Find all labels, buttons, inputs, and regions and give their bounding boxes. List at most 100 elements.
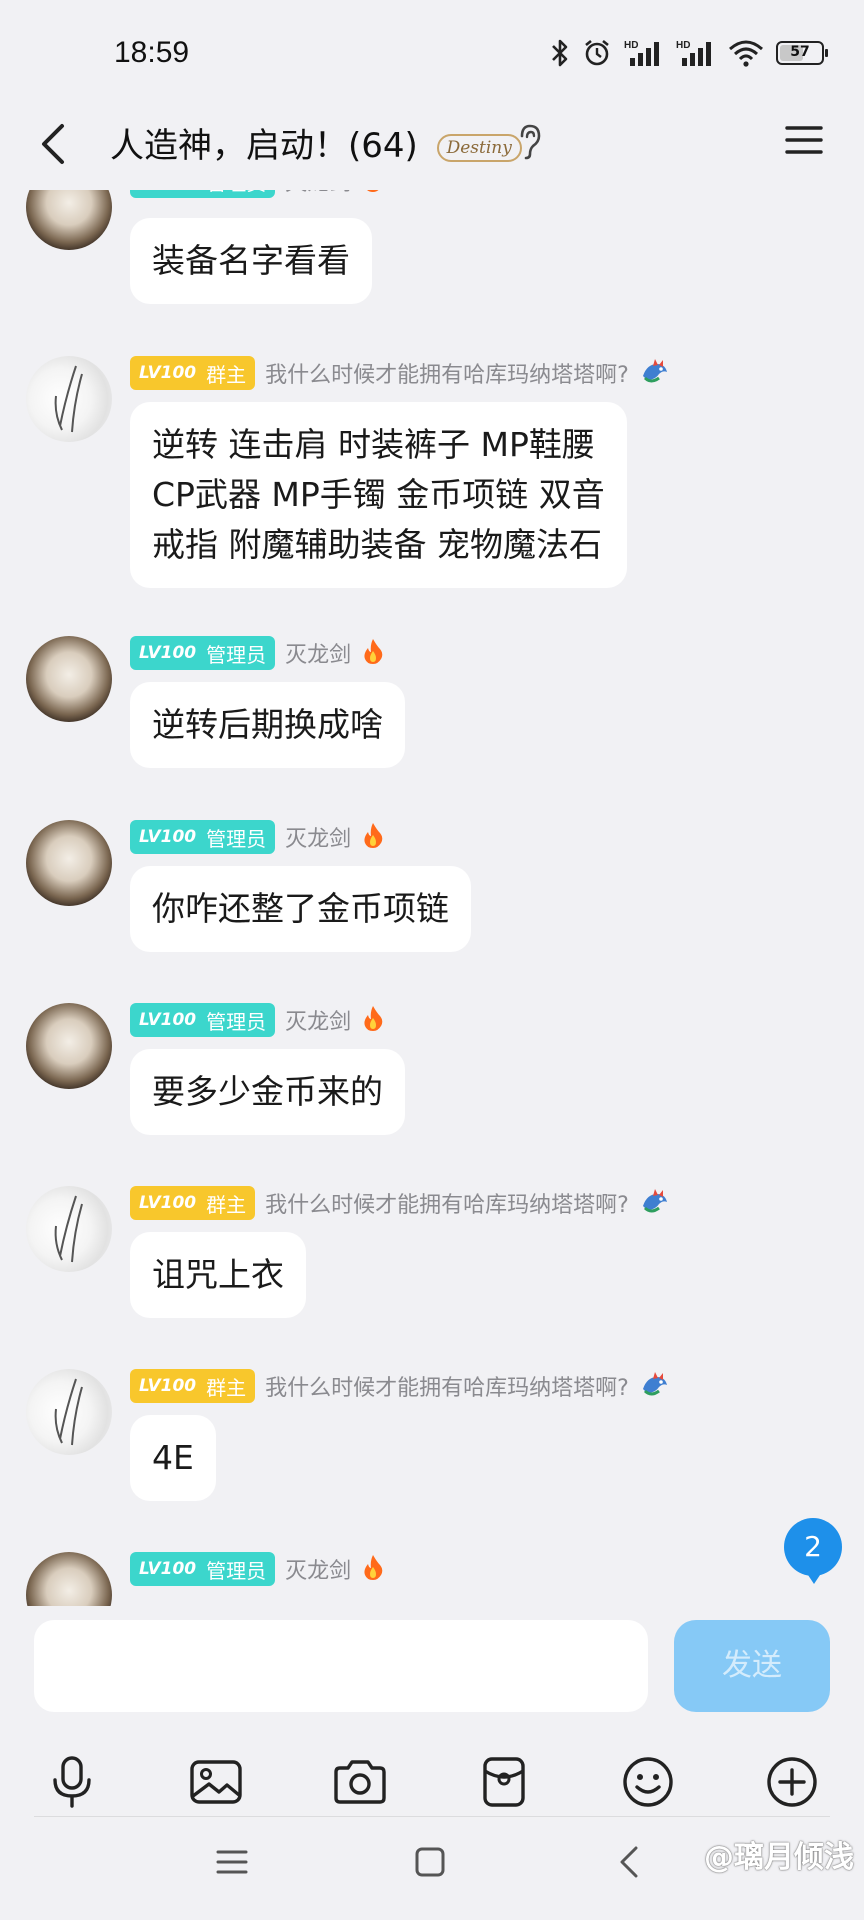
- wifi-icon: [728, 38, 764, 68]
- sender-name[interactable]: 灭龙剑: [285, 637, 351, 669]
- role-badge: LV100 管理员: [130, 190, 276, 198]
- level-label: LV100: [139, 1376, 197, 1396]
- chat-title[interactable]: 人造神，启动！(64) Destiny: [110, 118, 522, 167]
- role-title: 管理员: [206, 1009, 267, 1034]
- level-label: LV100: [139, 643, 197, 663]
- message-meta: LV100 管理员 灭龙剑: [130, 1003, 385, 1037]
- role-badge: LV100 群主: [130, 1186, 256, 1220]
- message-bubble[interactable]: 要多少金币来的: [130, 1049, 405, 1135]
- plus-icon[interactable]: [756, 1746, 828, 1818]
- chat-header: 人造神，启动！(64) Destiny: [0, 100, 864, 190]
- role-badge: LV100 群主: [130, 356, 256, 390]
- watermark: @璃月倾浅: [704, 1840, 854, 1875]
- home-icon[interactable]: [412, 1844, 448, 1884]
- level-label: LV100: [139, 1559, 197, 1579]
- battery-level: 57: [790, 44, 810, 60]
- message-meta: LV100 管理员 灭龙剑: [130, 190, 385, 198]
- sender-name[interactable]: 灭龙剑: [285, 821, 351, 853]
- role-title: 管理员: [206, 1558, 267, 1583]
- message-text-line: 装备名字看看: [152, 241, 350, 280]
- message-meta: LV100 管理员 灭龙剑: [130, 636, 385, 670]
- role-title: 群主: [206, 1375, 247, 1400]
- fire-icon: [361, 1004, 385, 1036]
- bluetooth-icon: [550, 38, 570, 68]
- avatar[interactable]: [26, 820, 112, 906]
- message-text-line: 你咋还整了金币项链: [152, 889, 449, 928]
- role-badge: LV100 管理员: [130, 1552, 276, 1586]
- group-name: 人造神，启动！(64): [110, 126, 418, 166]
- composer-toolbar: [0, 1732, 864, 1832]
- fire-icon: [361, 1553, 385, 1585]
- destiny-badge: Destiny: [436, 133, 522, 162]
- microphone-icon[interactable]: [36, 1746, 108, 1818]
- message-text-line: 逆转后期换成啥: [152, 705, 383, 744]
- battery-icon: 57: [776, 41, 828, 65]
- role-title: 群主: [206, 1192, 247, 1217]
- back-icon[interactable]: [612, 1844, 648, 1884]
- role-title: 群主: [206, 362, 247, 387]
- message-meta: LV100 群主 我什么时候才能拥有哈库玛纳塔塔啊?: [130, 1369, 671, 1403]
- role-title: 管理员: [206, 642, 267, 667]
- level-label: LV100: [139, 1010, 197, 1030]
- message-meta: LV100 群主 我什么时候才能拥有哈库玛纳塔塔啊?: [130, 356, 671, 390]
- message-meta: LV100 群主 我什么时候才能拥有哈库玛纳塔塔啊?: [130, 1186, 671, 1220]
- svg-text:HD: HD: [624, 40, 638, 51]
- sender-name[interactable]: 我什么时候才能拥有哈库玛纳塔塔啊?: [265, 357, 629, 389]
- avatar[interactable]: [26, 1186, 112, 1272]
- message-bubble[interactable]: 诅咒上衣: [130, 1232, 306, 1318]
- hd-signal-icon: HD: [624, 38, 664, 68]
- message-text-line: 4E: [152, 1438, 194, 1477]
- role-badge: LV100 群主: [130, 1369, 256, 1403]
- message-text-line: 诅咒上衣: [152, 1255, 284, 1294]
- sender-name[interactable]: 灭龙剑: [285, 190, 351, 197]
- status-bar: 18:59 HD HD 57: [0, 0, 864, 110]
- message-meta: LV100 管理员 灭龙剑: [130, 1552, 385, 1586]
- message-text-line: 戒指 附魔辅助装备 宠物魔法石: [152, 525, 602, 564]
- hd-signal-icon: HD: [676, 38, 716, 68]
- red-packet-icon[interactable]: [468, 1746, 540, 1818]
- message-bubble[interactable]: 装备名字看看: [130, 218, 372, 304]
- message-list[interactable]: LV100 管理员 灭龙剑 装备名字看看 LV100 群主 我什么时候才能拥有哈库玛…: [0, 190, 864, 1606]
- level-label: LV100: [139, 363, 197, 383]
- role-title: 管理员: [206, 190, 266, 196]
- avatar[interactable]: [26, 190, 112, 250]
- fire-icon: [361, 190, 385, 197]
- emoji-icon[interactable]: [612, 1746, 684, 1818]
- hamburger-menu-icon[interactable]: [784, 120, 824, 164]
- role-badge: LV100 管理员: [130, 636, 276, 670]
- dragon-icon: [639, 1369, 671, 1403]
- level-label: LV100: [139, 1193, 197, 1213]
- role-badge: LV100 管理员: [130, 1003, 276, 1037]
- avatar[interactable]: [26, 1369, 112, 1455]
- message-text-line: 要多少金币来的: [152, 1072, 383, 1111]
- message-text-line: CP武器 MP手镯 金币项链 双音: [152, 475, 605, 514]
- dragon-icon: [639, 356, 671, 390]
- message-bubble[interactable]: 你咋还整了金币项链: [130, 866, 471, 952]
- level-label: LV100: [139, 190, 196, 191]
- message-meta: LV100 管理员 灭龙剑: [130, 820, 385, 854]
- avatar[interactable]: [26, 1552, 112, 1606]
- image-icon[interactable]: [180, 1746, 252, 1818]
- message-text-line: 逆转 连击肩 时装裤子 MP鞋腰: [152, 425, 595, 464]
- ear-icon[interactable]: [516, 122, 544, 166]
- avatar[interactable]: [26, 636, 112, 722]
- avatar[interactable]: [26, 1003, 112, 1089]
- message-input[interactable]: [34, 1620, 648, 1712]
- sender-name[interactable]: 我什么时候才能拥有哈库玛纳塔塔啊?: [265, 1370, 629, 1402]
- message-bubble[interactable]: 逆转后期换成啥: [130, 682, 405, 768]
- unread-count-badge[interactable]: 2: [784, 1518, 842, 1584]
- divider: [34, 1816, 830, 1817]
- recents-icon[interactable]: [214, 1844, 250, 1884]
- message-bubble[interactable]: 4E: [130, 1415, 216, 1501]
- avatar[interactable]: [26, 356, 112, 442]
- sender-name[interactable]: 灭龙剑: [285, 1004, 351, 1036]
- sender-name[interactable]: 灭龙剑: [285, 1553, 351, 1585]
- status-time: 18:59: [114, 36, 190, 69]
- sender-name[interactable]: 我什么时候才能拥有哈库玛纳塔塔啊?: [265, 1187, 629, 1219]
- role-title: 管理员: [206, 826, 267, 851]
- send-button[interactable]: 发送: [674, 1620, 830, 1712]
- message-bubble[interactable]: 逆转 连击肩 时装裤子 MP鞋腰 CP武器 MP手镯 金币项链 双音 戒指 附魔…: [130, 402, 627, 588]
- camera-icon[interactable]: [324, 1746, 396, 1818]
- chevron-left-icon[interactable]: [30, 114, 80, 174]
- status-icons: HD HD 57: [550, 38, 828, 68]
